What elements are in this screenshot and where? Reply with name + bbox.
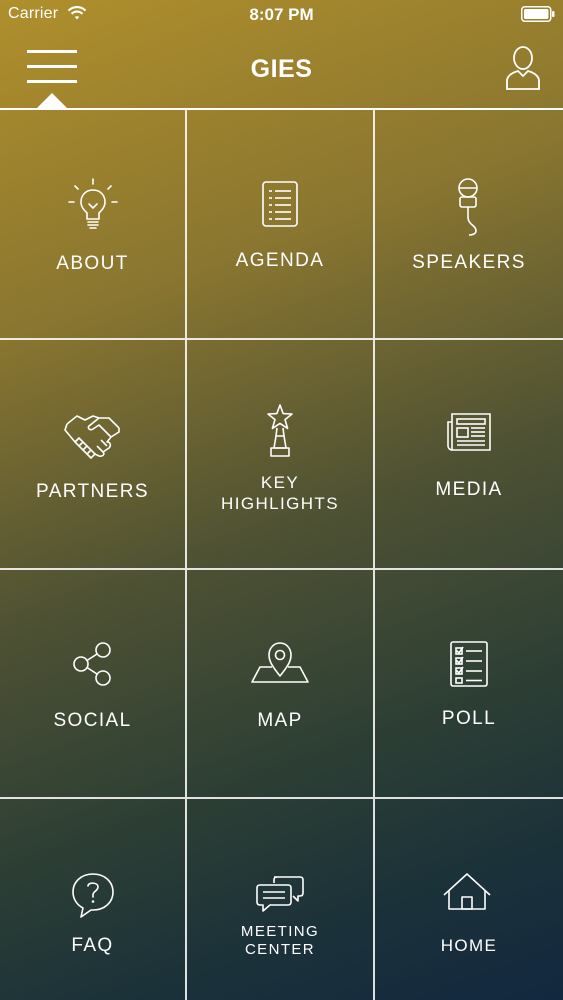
document-list-icon [250, 176, 310, 236]
star-trophy-icon [250, 402, 310, 462]
tile-label: MEDIA [435, 479, 503, 500]
tile-social[interactable]: SOCIAL [0, 570, 187, 799]
nav-bar: GIES [0, 30, 563, 108]
tile-label: SPEAKERS [412, 252, 526, 273]
tile-label: AGENDA [235, 250, 325, 271]
status-bar: Carrier 8:07 PM [0, 0, 563, 30]
tile-key-highlights[interactable]: KEY HIGHLIGHTS [187, 340, 375, 570]
tile-label: POLL [441, 708, 497, 729]
menu-grid: ABOUT AGENDA SPEAKERS PARTNERS KEY HIGHL… [0, 110, 563, 1000]
tile-label: MEETING CENTER [240, 923, 320, 958]
map-pin-icon [250, 636, 310, 696]
tile-label: HOME [440, 936, 498, 955]
question-bubble-icon [63, 869, 123, 929]
tile-agenda[interactable]: AGENDA [187, 110, 375, 340]
microphone-icon [439, 176, 499, 236]
share-icon [63, 636, 123, 696]
tile-label: KEY HIGHLIGHTS [221, 473, 339, 513]
checklist-icon [439, 634, 499, 694]
tile-label: PARTNERS [36, 481, 149, 502]
handshake-icon [63, 404, 123, 464]
tile-about[interactable]: ABOUT [0, 110, 187, 340]
tile-label: FAQ [71, 935, 114, 956]
tile-partners[interactable]: PARTNERS [0, 340, 187, 570]
tile-faq[interactable]: FAQ [0, 799, 187, 1000]
tile-label: MAP [257, 710, 303, 731]
tile-home[interactable]: HOME [375, 799, 563, 1000]
tile-media[interactable]: MEDIA [375, 340, 563, 570]
tile-meeting-center[interactable]: MEETING CENTER [187, 799, 375, 1000]
battery-icon [521, 6, 555, 22]
tile-label: ABOUT [56, 253, 129, 274]
tile-label: SOCIAL [53, 710, 132, 731]
user-profile-icon [503, 44, 543, 92]
newspaper-icon [439, 402, 499, 462]
status-time: 8:07 PM [249, 5, 314, 24]
profile-button[interactable] [503, 44, 543, 92]
tile-speakers[interactable]: SPEAKERS [375, 110, 563, 340]
home-icon [439, 869, 499, 929]
page-title: GIES [250, 55, 313, 83]
tile-poll[interactable]: POLL [375, 570, 563, 799]
lightbulb-icon [63, 176, 123, 236]
tile-map[interactable]: MAP [187, 570, 375, 799]
